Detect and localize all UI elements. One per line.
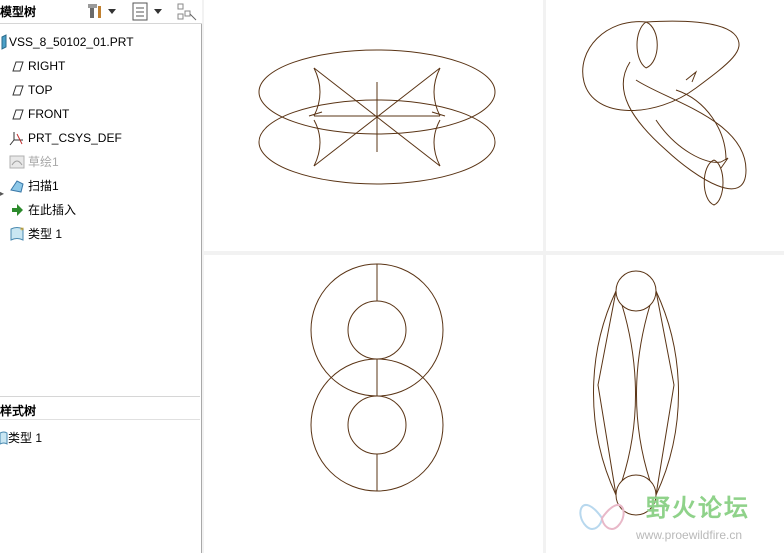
model-tree-header: 模型树 bbox=[0, 0, 202, 24]
tree-item-label: RIGHT bbox=[28, 59, 66, 73]
tree-tools-button[interactable] bbox=[88, 2, 120, 21]
tree-item-style-type[interactable]: * 类型 1 bbox=[0, 222, 200, 246]
tree-item-label: TOP bbox=[28, 83, 53, 97]
tree-item-label: 草绘1 bbox=[28, 155, 59, 169]
datum-plane-icon bbox=[12, 109, 24, 120]
tree-item-label: FRONT bbox=[28, 107, 70, 121]
tree-item-label: VSS_8_50102_01.PRT bbox=[9, 35, 134, 49]
tree-item-csys[interactable]: PRT_CSYS_DEF bbox=[0, 126, 200, 150]
tree-item-label: 在此插入 bbox=[28, 203, 77, 217]
tree-item-right[interactable]: RIGHT bbox=[0, 54, 200, 78]
watermark-logo-text: 野火论坛 bbox=[646, 494, 750, 522]
tree-item-label: 类型 1 bbox=[8, 431, 43, 445]
tree-filter-icon bbox=[177, 3, 197, 21]
top-view-wireframe bbox=[310, 263, 444, 492]
datum-plane-icon bbox=[12, 61, 24, 72]
isometric-view-wireframe bbox=[582, 20, 747, 206]
style-tree-header: 样式树 bbox=[0, 396, 200, 420]
viewport-isometric[interactable] bbox=[546, 0, 784, 251]
tree-item-part[interactable]: VSS_8_50102_01.PRT bbox=[0, 30, 200, 54]
left-panel: 模型树 VSS_8_50102_01.PRT RIGHT TOP FRONT P… bbox=[0, 0, 202, 553]
style-type-icon: * bbox=[10, 226, 24, 241]
style-tree-item[interactable]: 类型 1 bbox=[0, 426, 120, 450]
csys-icon bbox=[9, 132, 23, 146]
tree-filter-button[interactable] bbox=[176, 2, 198, 21]
insert-here-arrow-icon bbox=[12, 204, 23, 216]
style-tree-title: 样式树 bbox=[0, 404, 37, 418]
model-tree-title: 模型树 bbox=[0, 5, 37, 19]
tree-display-button[interactable] bbox=[130, 2, 166, 21]
tools-icon bbox=[88, 4, 116, 18]
front-view-wireframe bbox=[258, 49, 496, 185]
style-tree: 类型 1 bbox=[0, 426, 120, 450]
tree-item-sketch[interactable]: 草绘1 bbox=[0, 150, 200, 174]
forum-watermark: 野火论坛 www.proewildfire.cn bbox=[572, 486, 782, 550]
tree-item-insert-here[interactable]: 在此插入 bbox=[0, 198, 200, 222]
list-settings-icon bbox=[132, 2, 162, 21]
datum-plane-icon bbox=[12, 85, 24, 96]
tree-item-front[interactable]: FRONT bbox=[0, 102, 200, 126]
viewport-front[interactable] bbox=[204, 0, 543, 251]
tree-item-sweep[interactable]: ▸ 扫描1 bbox=[0, 174, 200, 198]
model-tree: VSS_8_50102_01.PRT RIGHT TOP FRONT PRT_C… bbox=[0, 30, 200, 246]
tree-item-label: 扫描1 bbox=[28, 179, 59, 193]
sweep-icon bbox=[10, 180, 24, 193]
tree-item-label: 类型 1 bbox=[28, 227, 63, 241]
sketch-icon bbox=[9, 155, 25, 169]
tree-item-label: PRT_CSYS_DEF bbox=[28, 131, 122, 145]
butterfly-logo-icon bbox=[579, 504, 625, 530]
watermark-url: www.proewildfire.cn bbox=[636, 528, 743, 542]
svg-text:*: * bbox=[20, 226, 24, 235]
tree-item-top[interactable]: TOP bbox=[0, 78, 200, 102]
viewport-top[interactable] bbox=[204, 255, 543, 553]
